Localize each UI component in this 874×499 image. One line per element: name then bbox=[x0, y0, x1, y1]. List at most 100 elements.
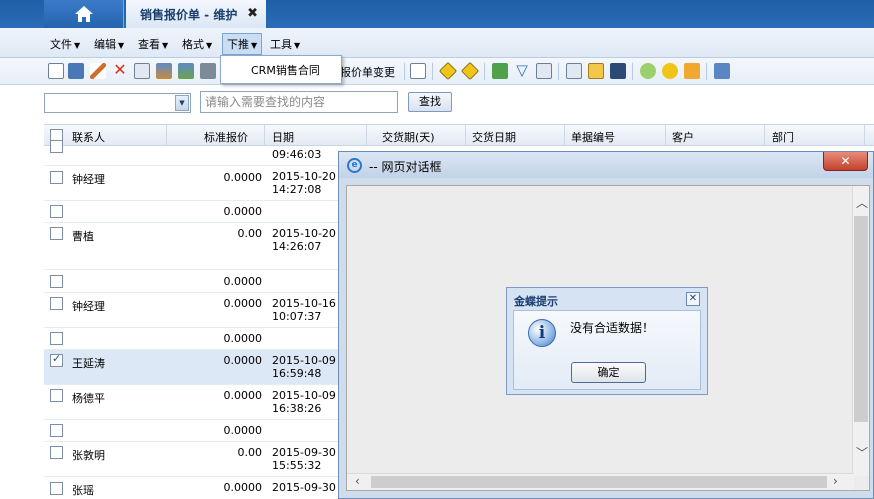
row-checkbox[interactable] bbox=[50, 332, 63, 345]
refresh-icon[interactable] bbox=[492, 63, 508, 79]
print-icon[interactable] bbox=[200, 63, 216, 79]
comment-icon[interactable] bbox=[662, 63, 678, 79]
menu-tools[interactable]: 工具 ▼ bbox=[270, 36, 300, 52]
price-cell: 0.00 bbox=[237, 227, 263, 240]
user-unapprove-icon[interactable] bbox=[178, 63, 194, 79]
row-checkbox[interactable] bbox=[50, 275, 63, 288]
grid-header: 联系人 标准报价 日期 交货期(天) 交货日期 单据编号 客户 部门 bbox=[44, 124, 874, 146]
tab-close-icon[interactable]: ✖ bbox=[247, 6, 258, 21]
new-icon[interactable] bbox=[48, 63, 64, 79]
menu-view[interactable]: 查看 ▼ bbox=[138, 36, 168, 52]
menu-item-crm-sales-contract[interactable]: CRM销售合同 bbox=[251, 62, 320, 78]
col-customer[interactable]: 客户 bbox=[672, 129, 694, 145]
table-row[interactable]: 0.0000 bbox=[44, 328, 338, 350]
message-text: 没有合适数据！ bbox=[570, 321, 655, 335]
table-row-selected[interactable]: 王延涛 0.0000 2015-10-09 16:59:48 bbox=[44, 350, 338, 385]
table-row[interactable]: 张敦明 0.00 2015-09-30 15:55:32 bbox=[44, 442, 338, 477]
home-tab[interactable] bbox=[44, 0, 124, 28]
tab-label: 销售报价单 - 维护 bbox=[140, 7, 238, 22]
row-checkbox-checked[interactable] bbox=[50, 352, 63, 367]
table-row[interactable]: 钟经理 0.0000 2015-10-16 10:07:37 bbox=[44, 293, 338, 328]
row-checkbox[interactable] bbox=[50, 424, 63, 437]
menu-file[interactable]: 文件 ▼ bbox=[50, 36, 80, 52]
table-row[interactable]: 杨德平 0.0000 2015-10-09 16:38:26 bbox=[44, 385, 338, 420]
row-checkbox[interactable] bbox=[50, 297, 63, 310]
exit-icon[interactable] bbox=[714, 63, 730, 79]
col-date[interactable]: 日期 bbox=[272, 129, 294, 145]
row-checkbox[interactable] bbox=[50, 482, 63, 495]
dialog-title-bar[interactable]: e -- 网页对话框 ✕ bbox=[339, 152, 873, 178]
tab-sales-quotation[interactable]: 销售报价单 - 维护 ✖ bbox=[126, 0, 266, 28]
time-cell: 14:26:07 bbox=[272, 240, 322, 253]
column-divider bbox=[465, 125, 466, 146]
col-standard-price[interactable]: 标准报价 bbox=[204, 129, 248, 145]
horizontal-scrollbar[interactable]: ‹ › bbox=[347, 473, 854, 490]
menu-edit[interactable]: 编辑 ▼ bbox=[94, 36, 124, 52]
contact-cell: 王延涛 bbox=[72, 357, 105, 370]
filter-icon[interactable]: ▽ bbox=[514, 63, 530, 79]
time-cell: 09:46:03 bbox=[272, 148, 322, 161]
col-department[interactable]: 部门 bbox=[772, 129, 794, 145]
table-row[interactable]: 张瑶 0.0000 2015-09-30 bbox=[44, 477, 338, 499]
table-row[interactable]: 0.0000 bbox=[44, 420, 338, 442]
col-delivery-days[interactable]: 交货期(天) bbox=[382, 129, 435, 145]
table-row[interactable]: 09:46:03 bbox=[44, 140, 338, 166]
scroll-up-icon[interactable]: ︿ bbox=[856, 194, 868, 211]
layout-icon[interactable] bbox=[566, 63, 582, 79]
row-checkbox[interactable] bbox=[50, 389, 63, 402]
binoculars-icon[interactable] bbox=[68, 63, 84, 79]
col-contact[interactable]: 联系人 bbox=[72, 129, 105, 145]
search-field-select[interactable]: ▼ bbox=[44, 93, 191, 113]
message-close-icon[interactable]: ✕ bbox=[686, 292, 700, 306]
mail-icon[interactable] bbox=[588, 63, 604, 79]
scroll-right-icon[interactable]: › bbox=[833, 474, 838, 488]
previous-icon[interactable] bbox=[438, 61, 458, 81]
chevron-down-icon[interactable]: ▼ bbox=[175, 95, 189, 111]
price-cell: 0.0000 bbox=[223, 481, 263, 494]
chevron-down-icon: ▼ bbox=[206, 41, 213, 50]
chevron-down-icon: ▼ bbox=[74, 41, 81, 50]
table-row[interactable]: 曹植 0.00 2015-10-20 14:26:07 bbox=[44, 223, 338, 270]
menu-format[interactable]: 格式 ▼ bbox=[182, 36, 212, 52]
column-divider bbox=[864, 125, 865, 146]
menu-push-down[interactable]: 下推 ▼ bbox=[222, 33, 263, 55]
search-button[interactable]: 查找 bbox=[408, 92, 452, 112]
preview-icon[interactable] bbox=[410, 63, 426, 79]
vertical-scrollbar[interactable]: ︿ ﹀ bbox=[852, 186, 869, 476]
row-checkbox[interactable] bbox=[50, 171, 63, 184]
table-row[interactable]: 0.0000 bbox=[44, 201, 338, 223]
chat-icon[interactable] bbox=[640, 63, 656, 79]
row-checkbox[interactable] bbox=[50, 140, 63, 153]
col-doc-number[interactable]: 单据编号 bbox=[571, 129, 615, 145]
row-checkbox[interactable] bbox=[50, 446, 63, 459]
table-row[interactable]: 钟经理 0.0000 2015-10-20 14:27:08 bbox=[44, 166, 338, 201]
search-input[interactable]: 请输入需要查找的内容 bbox=[200, 91, 398, 113]
message-icon[interactable] bbox=[610, 63, 626, 79]
note-icon[interactable] bbox=[684, 63, 700, 79]
scroll-left-icon[interactable]: ‹ bbox=[355, 474, 360, 488]
column-divider bbox=[764, 125, 765, 146]
column-divider bbox=[264, 125, 265, 146]
col-delivery-date[interactable]: 交货日期 bbox=[472, 129, 516, 145]
next-icon[interactable] bbox=[460, 61, 480, 81]
row-checkbox[interactable] bbox=[50, 227, 63, 240]
table-row[interactable]: 0.0000 bbox=[44, 270, 338, 293]
scrollbar-thumb[interactable] bbox=[371, 476, 827, 488]
column-divider bbox=[166, 125, 167, 146]
time-cell: 15:55:32 bbox=[272, 459, 322, 472]
ok-button[interactable]: 确定 bbox=[571, 362, 646, 383]
toolbar-divider bbox=[632, 63, 633, 80]
user-approve-icon[interactable] bbox=[156, 63, 172, 79]
delete-icon[interactable]: ✕ bbox=[112, 62, 128, 79]
attachment-icon[interactable] bbox=[536, 63, 552, 79]
chevron-down-icon: ▼ bbox=[251, 41, 258, 50]
copy-icon[interactable] bbox=[134, 63, 150, 79]
date-cell: 2015-10-20 bbox=[272, 170, 336, 183]
dialog-close-button[interactable]: ✕ bbox=[823, 152, 868, 171]
price-cell: 0.0000 bbox=[223, 297, 263, 310]
row-checkbox[interactable] bbox=[50, 205, 63, 218]
scrollbar-thumb[interactable] bbox=[854, 216, 868, 422]
scroll-down-icon[interactable]: ﹀ bbox=[856, 444, 868, 461]
edit-icon[interactable] bbox=[90, 63, 106, 79]
quotation-change-button[interactable]: 报价单变更 bbox=[340, 64, 395, 80]
